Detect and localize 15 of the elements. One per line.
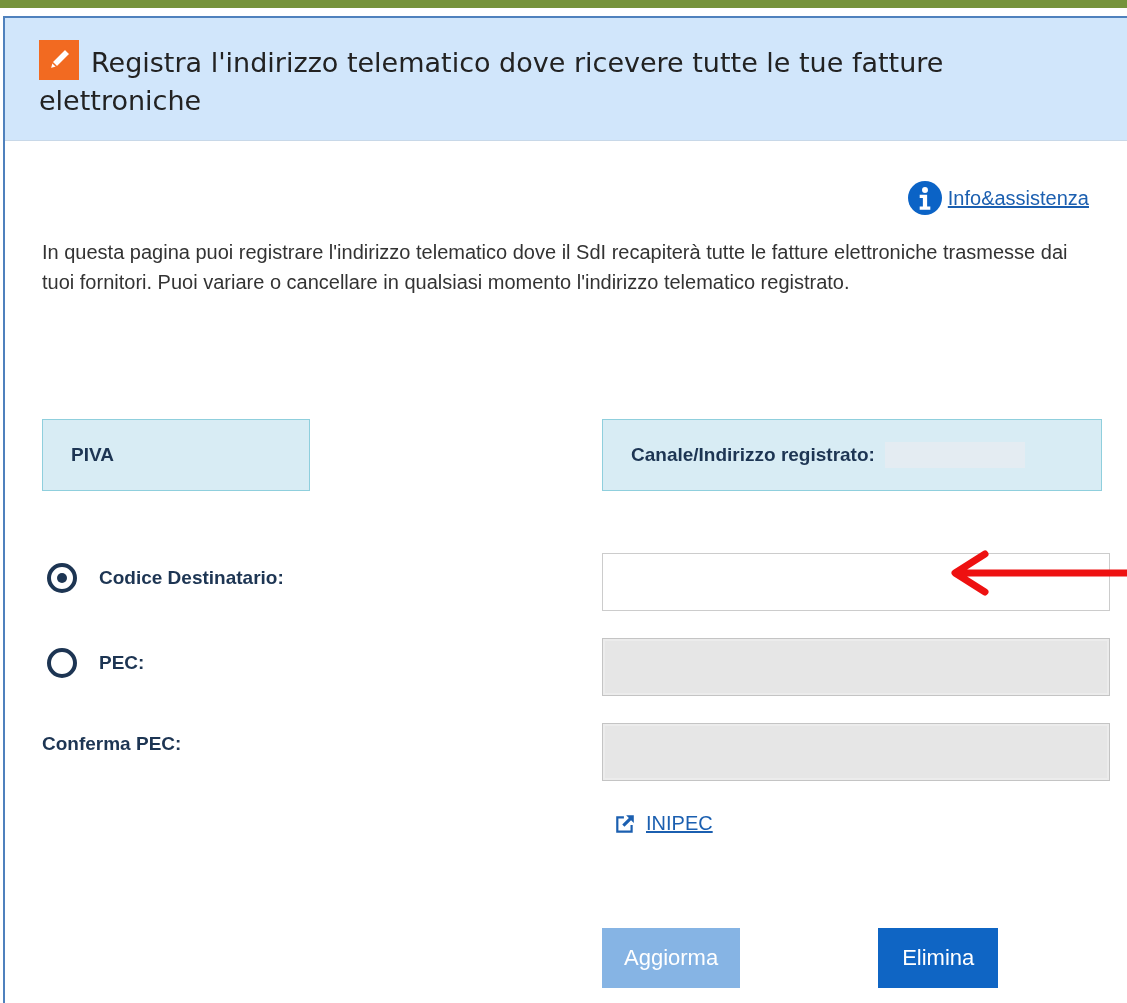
field-label: PEC: (99, 652, 145, 674)
input-field[interactable] (602, 553, 1110, 611)
inipec-link[interactable]: INIPEC (646, 812, 713, 835)
external-link-icon (614, 812, 636, 835)
piva-label: PIVA (71, 444, 114, 466)
pencil-icon (39, 40, 79, 80)
info-icon (907, 181, 942, 215)
field-label: Conferma PEC: (42, 733, 182, 755)
channel-label: Canale/Indirizzo registrato: (631, 444, 875, 466)
intro-text: In questa pagina puoi registrare l'indirizzo telematico dove il SdI recapiterà tutte le fatture elettroniche trasmesse dai tuoi fornitori. Puoi variare o cancellare in qualsiasi momento l'indirizzo telematico registrato. (42, 240, 1069, 295)
info-link[interactable]: Info&assistenza (947, 186, 1089, 210)
delete-button[interactable]: Elimina (878, 928, 999, 988)
field-label: Codice Destinatario: (99, 567, 284, 589)
radio-button[interactable] (47, 563, 77, 593)
page-title: Registra l'indirizzo telematico dove ricevere tutte le tue fatture elettroniche (39, 40, 1039, 120)
